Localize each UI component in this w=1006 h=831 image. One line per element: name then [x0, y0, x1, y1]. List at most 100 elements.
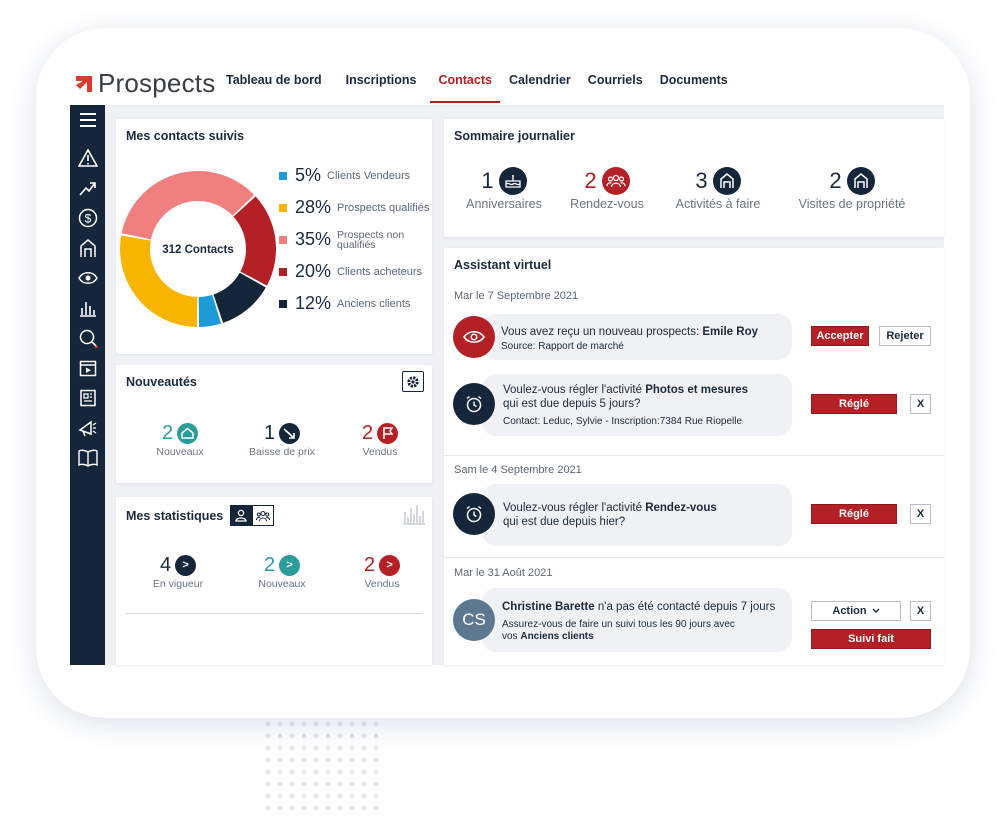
- stats-count: 4: [159, 554, 172, 576]
- message-source: Source: Rapport de marché: [501, 341, 624, 352]
- message-text: Voulez-vous régler l'activité Rendez-vou…: [503, 501, 717, 529]
- summary-item-activites[interactable]: 3 Activités à faire: [668, 167, 768, 211]
- app-logo[interactable]: Prospects: [74, 68, 215, 99]
- legend-label: Prospects qualifiés: [337, 201, 430, 214]
- chevron-right-icon: >: [379, 555, 401, 576]
- regle-button[interactable]: Réglé: [811, 394, 897, 414]
- main-nav: Tableau de bord Inscriptions Contacts Ca…: [226, 73, 728, 103]
- message-text-part: Voulez-vous régler l'activité: [503, 384, 646, 396]
- tab-inscriptions[interactable]: Inscriptions: [346, 73, 417, 87]
- bar-chart-icon[interactable]: [78, 298, 98, 318]
- message-text-part: Vous avez reçu un nouveau prospects:: [501, 326, 703, 338]
- summary-item-rendez-vous[interactable]: 2 Rendez-vous: [562, 167, 652, 211]
- summary-label: Anniversaires: [466, 197, 542, 211]
- menu-icon[interactable]: [78, 110, 98, 130]
- donut-slice-clients-acheteurs[interactable]: [233, 196, 276, 286]
- message-contact-name: Christine Barette: [502, 601, 595, 613]
- stats-count: 2: [363, 554, 376, 576]
- dismiss-button[interactable]: X: [910, 394, 931, 414]
- book-icon[interactable]: [78, 448, 98, 468]
- message-text: Christine Barette n'a pas été contacté d…: [502, 600, 775, 614]
- gear-icon: [407, 375, 419, 388]
- legend-swatch: [279, 267, 287, 276]
- home-icon: [177, 423, 199, 444]
- summary-label: Rendez-vous: [570, 197, 644, 211]
- message-activity: Rendez-vous: [645, 502, 717, 514]
- decorative-dots: [262, 718, 382, 818]
- alert-icon[interactable]: [78, 148, 98, 168]
- stats-item-vendus[interactable]: 2 > Vendus: [354, 554, 410, 590]
- tab-contacts[interactable]: Contacts: [430, 73, 501, 103]
- news-item-baisse-de-prix[interactable]: 1 Baisse de prix: [240, 422, 324, 458]
- house-icon: [712, 167, 741, 195]
- legend-swatch: [279, 235, 287, 244]
- legend-label: Clients Vendeurs: [327, 169, 411, 182]
- legend-pct: 20%: [295, 261, 332, 281]
- group-date: Mar le 7 Septembre 2021: [454, 290, 579, 302]
- stats-chart-icon[interactable]: [402, 503, 426, 525]
- action-dropdown[interactable]: Action: [811, 601, 901, 621]
- donut-center-label: 312 Contacts: [162, 244, 234, 256]
- legend-item-anciens-clients: 12% Anciens clients: [279, 293, 410, 314]
- message-activity: Photos et mesures: [645, 384, 749, 396]
- contact-avatar: CS: [453, 599, 495, 641]
- market-search-icon[interactable]: [78, 328, 98, 348]
- message-text-part: Assurez-vous de faire un suivi tous les …: [502, 619, 735, 630]
- tab-calendrier[interactable]: Calendrier: [509, 73, 571, 87]
- house-icon: [846, 167, 875, 195]
- regle-button[interactable]: Réglé: [811, 504, 897, 524]
- contacts-card: Mes contacts suivis 312 Contacts 5% Clie…: [116, 119, 432, 354]
- reject-button[interactable]: Rejeter: [879, 326, 931, 346]
- tab-tableau-de-bord[interactable]: Tableau de bord: [226, 73, 322, 87]
- stats-label: Vendus: [364, 578, 400, 590]
- virtual-assistant-card: Assistant virtuel Mar le 7 Septembre 202…: [444, 248, 944, 665]
- property-icon[interactable]: [78, 238, 98, 258]
- group-date: Sam le 4 Septembre 2021: [454, 464, 582, 476]
- donut-slice-prospects-non-qualifi-s[interactable]: [121, 171, 255, 240]
- megaphone-icon[interactable]: [78, 418, 98, 438]
- gear-settings-button[interactable]: [402, 371, 424, 392]
- newspaper-icon[interactable]: [78, 388, 98, 408]
- dismiss-button[interactable]: X: [910, 504, 931, 524]
- tab-documents[interactable]: Documents: [660, 73, 728, 87]
- trend-icon[interactable]: [78, 178, 98, 198]
- message-text-part: vos: [502, 631, 521, 642]
- legend-pct: 5%: [295, 165, 322, 185]
- calendar-video-icon[interactable]: [78, 358, 98, 378]
- legend-label: Clients acheteurs: [337, 265, 423, 278]
- message-text-part: n'a pas été contacté depuis 7 jours: [594, 601, 776, 613]
- app-frame: Prospects Tableau de bord Inscriptions C…: [36, 28, 970, 718]
- news-item-vendus[interactable]: 2 Vendus: [352, 422, 408, 458]
- action-dropdown-label: Action: [832, 605, 867, 617]
- sidebar: $: [70, 105, 105, 665]
- daily-summary-card: Sommaire journalier 1 Anniversaires 2 Re…: [444, 119, 944, 237]
- stats-item-en-vigueur[interactable]: 4 > En vigueur: [146, 554, 210, 590]
- team-view-button[interactable]: [252, 505, 274, 526]
- dollar-icon[interactable]: $: [78, 208, 98, 228]
- cake-icon: [498, 167, 527, 195]
- app-name: Prospects: [98, 68, 216, 98]
- stats-card: Mes statistiques 4 > En vigueur 2 > Nouvea…: [116, 497, 432, 665]
- group-divider: [444, 455, 944, 456]
- message-text-part: Voulez-vous régler l'activité: [503, 502, 646, 514]
- legend-item-clients-acheteurs: 20% Clients acheteurs: [279, 261, 422, 282]
- person-view-button[interactable]: [230, 505, 252, 526]
- news-label: Vendus: [362, 446, 398, 458]
- tab-courriels[interactable]: Courriels: [588, 73, 643, 87]
- chevron-down-icon: [872, 608, 880, 613]
- news-count: 2: [161, 422, 174, 444]
- message-reminder: Assurez-vous de faire un suivi tous les …: [502, 619, 735, 643]
- news-count: 1: [263, 422, 276, 444]
- suivi-fait-button[interactable]: Suivi fait: [811, 629, 931, 649]
- chevron-right-icon: >: [175, 555, 197, 576]
- news-label: Nouveaux: [156, 446, 204, 458]
- dismiss-button[interactable]: X: [910, 601, 931, 621]
- summary-item-visites[interactable]: 2 Visites de propriété: [792, 167, 912, 211]
- stats-item-nouveaux[interactable]: 2 > Nouveaux: [250, 554, 314, 590]
- summary-count: 2: [829, 168, 842, 193]
- news-item-nouveaux[interactable]: 2 Nouveaux: [148, 422, 212, 458]
- summary-item-anniversaires[interactable]: 1 Anniversaires: [456, 167, 552, 211]
- eye-icon[interactable]: [78, 268, 98, 288]
- group-date: Mar le 31 Août 2021: [454, 567, 553, 579]
- accept-button[interactable]: Accepter: [811, 326, 869, 346]
